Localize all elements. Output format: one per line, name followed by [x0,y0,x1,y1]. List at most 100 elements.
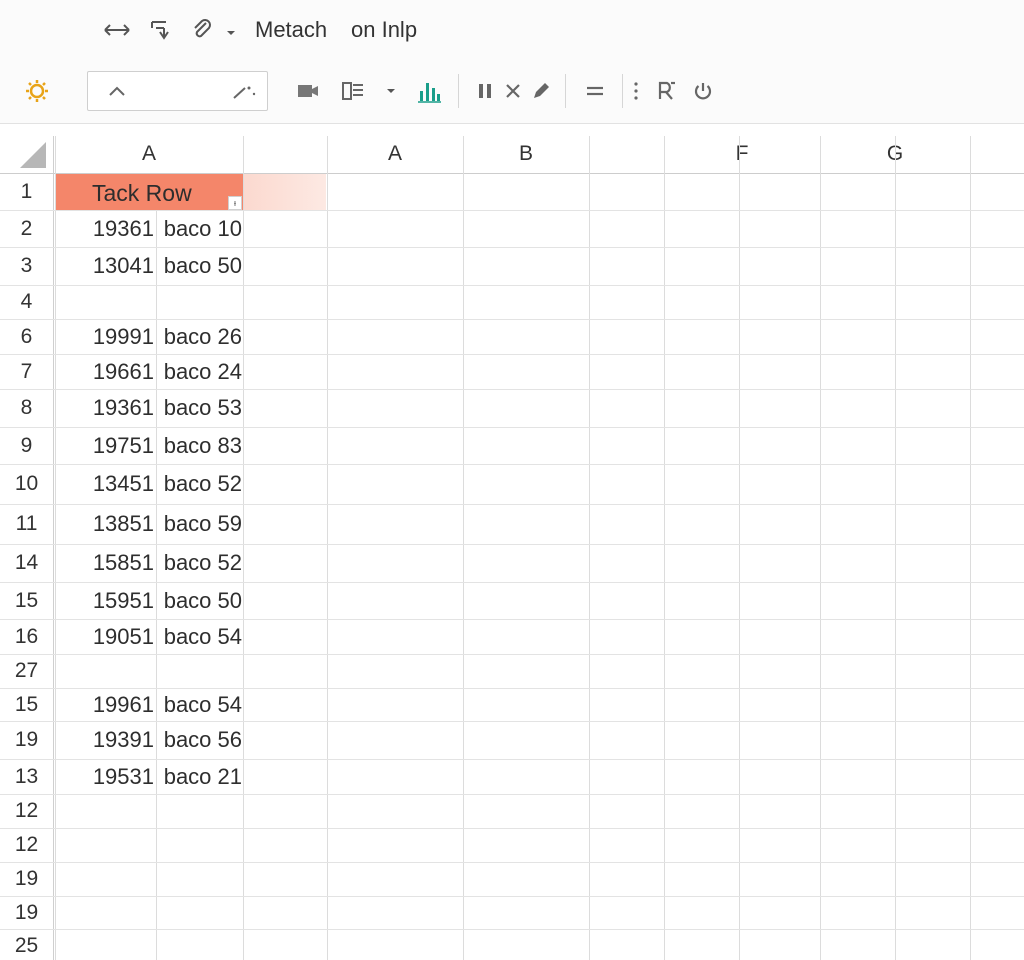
spreadsheet-grid[interactable]: A A B F G Tack Row ᵻ 1 2 19361 baco 10 3 1304… [0,124,1024,960]
cell-value[interactable]: baco 53 [156,395,242,421]
formula-icon [233,86,256,99]
cell-id[interactable]: 13451 [54,471,154,497]
list-icon[interactable] [338,76,368,106]
row-header[interactable]: 13 [0,762,53,792]
row-header[interactable]: 12 [0,796,53,826]
row-header[interactable]: 15 [0,586,53,616]
spreadsheet-app: Metach on Inlp A A B F G Tack Row ᵻ 1 2 … [0,0,1024,960]
row-header[interactable]: 19 [0,864,53,894]
row-header[interactable]: 1 [0,177,53,207]
cell-id[interactable]: 15951 [54,588,154,614]
cell-value[interactable]: baco 10 [156,216,242,242]
cell-id[interactable]: 19361 [54,395,154,421]
chevron-down-icon[interactable] [378,76,404,106]
row-header[interactable]: 7 [0,357,53,387]
row-header[interactable]: 19 [0,898,53,928]
document-edit-icon[interactable] [146,16,174,44]
row-header[interactable]: 6 [0,322,53,352]
cell-value[interactable]: baco 54 [156,692,242,718]
row-header[interactable]: 25 [0,931,53,960]
more-icon[interactable] [628,76,644,106]
row-gridline [0,544,1024,545]
row-header[interactable]: 11 [0,509,53,539]
row-header[interactable]: 15 [0,690,53,720]
column-header[interactable]: F [664,136,820,172]
column-gridline [739,136,740,960]
row-header[interactable]: 27 [0,656,53,686]
column-gridline [970,136,971,960]
paperclip-icon[interactable] [188,16,216,44]
row-header[interactable]: 9 [0,431,53,461]
column-header[interactable]: B [463,136,589,172]
select-all-corner[interactable] [18,140,48,170]
cell-value[interactable]: baco 50 [156,253,242,279]
pen-icon[interactable] [526,76,556,106]
row-header[interactable]: 3 [0,251,53,281]
cell-value[interactable]: baco 26 [156,324,242,350]
sun-icon[interactable] [22,76,52,106]
column-header[interactable]: A [327,136,463,172]
column-gridline [820,136,821,960]
row-gridline [0,389,1024,390]
cell-value[interactable]: baco 83 [156,433,242,459]
row-header[interactable]: 2 [0,214,53,244]
cell-value[interactable]: baco 52 [156,471,242,497]
cell-id[interactable]: 19751 [54,433,154,459]
row-gridline [0,319,1024,320]
equals-icon[interactable] [580,76,610,106]
cell-value[interactable]: baco 59 [156,511,242,537]
menu-item-metach[interactable]: Metach [255,17,327,43]
formula-input[interactable] [87,71,268,111]
column-gridline [243,136,244,960]
cell-value[interactable]: baco 56 [156,727,242,753]
chart-icon[interactable] [414,76,444,106]
row-header[interactable]: 14 [0,548,53,578]
r-icon[interactable] [652,76,682,106]
cell-id[interactable]: 19391 [54,727,154,753]
x-icon[interactable] [498,76,528,106]
row-header[interactable]: 8 [0,393,53,423]
row-gridline [0,285,1024,286]
row-header[interactable]: 10 [0,469,53,499]
cell-value[interactable]: baco 52 [156,550,242,576]
row-gridline [0,794,1024,795]
row-gridline [0,828,1024,829]
toolbar-divider [458,74,459,108]
cell-value[interactable]: baco 50 [156,588,242,614]
resize-arrows-icon[interactable] [103,16,131,44]
row-gridline [0,862,1024,863]
cell-id[interactable]: 19361 [54,216,154,242]
row-gridline [0,654,1024,655]
cell-value[interactable]: baco 54 [156,624,242,650]
column-header[interactable]: A [55,136,243,172]
cell-id[interactable]: 19961 [54,692,154,718]
cell-id[interactable]: 19051 [54,624,154,650]
comment-icon[interactable] [293,76,323,106]
row-gridline [0,688,1024,689]
menu-item-on-inlp[interactable]: on Inlp [351,17,417,43]
cell-value[interactable]: baco 21 [156,764,242,790]
row-gridline [0,759,1024,760]
cell-id[interactable]: 19661 [54,359,154,385]
row-gridline [0,929,1024,930]
pause-icon[interactable] [470,76,500,106]
column-gridline [895,136,896,960]
cell-id[interactable]: 13851 [54,511,154,537]
power-icon[interactable] [688,76,718,106]
row-header[interactable]: 19 [0,725,53,755]
cell-id[interactable]: 15851 [54,550,154,576]
row-header[interactable]: 16 [0,622,53,652]
row-gridline [0,504,1024,505]
filter-dropdown-icon[interactable]: ᵻ [228,196,242,210]
row-header[interactable]: 4 [0,287,53,317]
cell-id[interactable]: 19991 [54,324,154,350]
row-header[interactable]: 12 [0,830,53,860]
header-cell-extension [243,174,326,210]
toolbar [0,60,1024,124]
cell-value[interactable]: baco 24 [156,359,242,385]
cell-id[interactable]: 13041 [54,253,154,279]
chevron-down-icon[interactable] [226,24,236,36]
title-bar: Metach on Inlp [0,0,1024,60]
cell-id[interactable]: 19531 [54,764,154,790]
column-gridline [664,136,665,960]
